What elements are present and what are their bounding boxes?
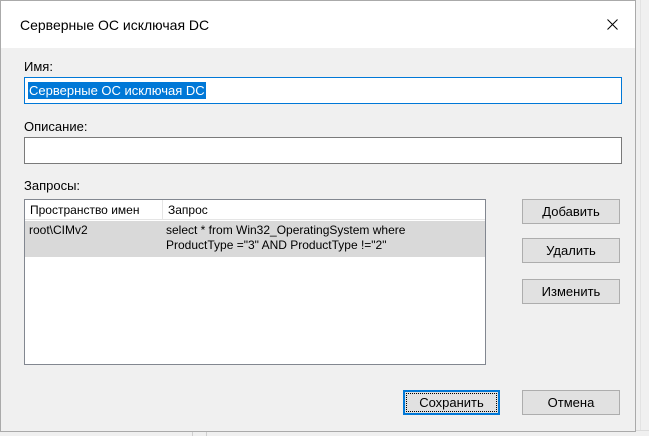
name-input[interactable]: Серверные ОС исключая DC — [24, 77, 622, 104]
queries-list[interactable]: Пространство имен Запрос root\CIMv2 sele… — [24, 199, 486, 365]
row-query-line1: select * from Win32_OperatingSystem wher… — [166, 223, 406, 237]
cancel-button[interactable]: Отмена — [522, 390, 620, 415]
query-dialog: Серверные ОС исключая DC Имя: Серверные … — [0, 0, 636, 432]
close-button[interactable] — [589, 1, 635, 48]
column-header-query[interactable]: Запрос — [163, 200, 485, 220]
description-input[interactable] — [24, 137, 622, 164]
save-button[interactable]: Сохранить — [403, 390, 500, 415]
row-query: select * from Win32_OperatingSystem wher… — [166, 223, 456, 253]
queries-list-header: Пространство имен Запрос — [25, 200, 485, 220]
window-title: Серверные ОС исключая DC — [20, 17, 210, 33]
title-bar: Серверные ОС исключая DC — [1, 1, 635, 48]
background-window-edge — [635, 0, 649, 436]
row-namespace: root\CIMv2 — [29, 223, 88, 237]
queries-label: Запросы: — [24, 178, 81, 193]
name-input-value: Серверные ОС исключая DC — [28, 82, 206, 99]
name-label: Имя: — [24, 59, 53, 74]
column-header-namespace[interactable]: Пространство имен — [25, 200, 163, 220]
remove-button[interactable]: Удалить — [522, 238, 620, 263]
table-row[interactable]: root\CIMv2 select * from Win32_Operating… — [25, 221, 485, 257]
description-label: Описание: — [24, 119, 88, 134]
row-query-line2: ProductType ="3" AND ProductType !="2" — [166, 238, 387, 252]
edit-button[interactable]: Изменить — [522, 279, 620, 304]
add-button[interactable]: Добавить — [522, 199, 620, 224]
close-icon — [606, 19, 618, 30]
